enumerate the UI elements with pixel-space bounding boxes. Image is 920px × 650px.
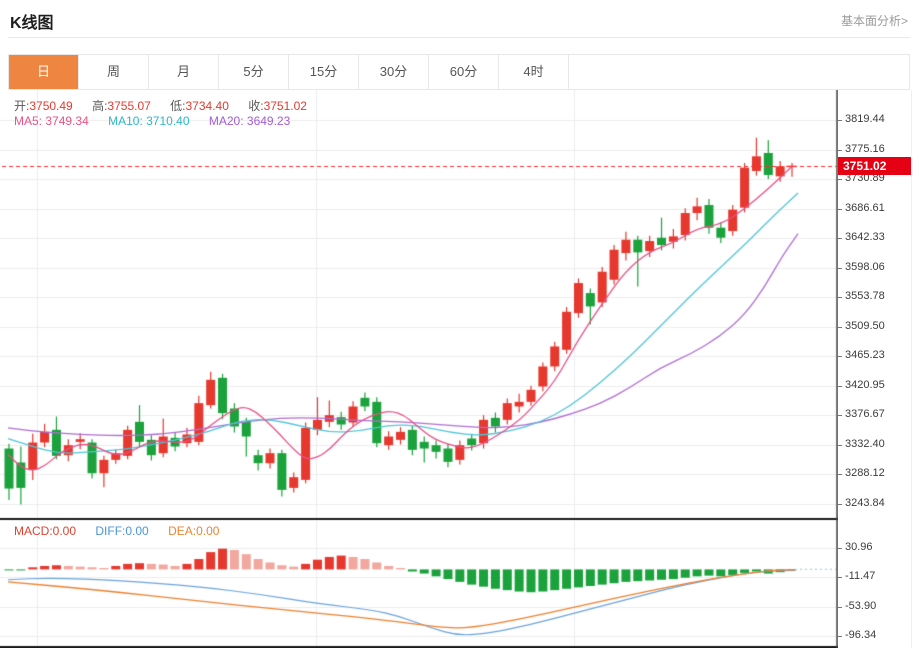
- tick-mark: [838, 356, 842, 357]
- price-tick-label: 3509.50: [845, 320, 885, 332]
- close-label: 收:: [248, 99, 263, 113]
- current-price-tag: 3751.02: [838, 157, 911, 175]
- tick-mark: [838, 445, 842, 446]
- tick-mark: [838, 474, 842, 475]
- tick-mark: [838, 636, 842, 637]
- macd-value: 0.00: [53, 524, 76, 538]
- price-tick-label: 3642.33: [845, 231, 885, 243]
- price-tick-label: 3775.16: [845, 143, 885, 155]
- page-title: K线图: [10, 9, 54, 33]
- tick-mark: [838, 120, 842, 121]
- fundamental-analysis-link[interactable]: 基本面分析>: [841, 12, 908, 29]
- ma20-label: MA20:: [209, 114, 244, 128]
- ma10-value: 3710.40: [146, 114, 189, 128]
- tick-mark: [838, 150, 842, 151]
- tick-mark: [838, 548, 842, 549]
- tick-mark: [838, 577, 842, 578]
- ma20-value: 3649.23: [247, 114, 290, 128]
- tick-mark: [838, 607, 842, 608]
- low-label: 低:: [170, 99, 185, 113]
- price-tick-label: 3598.06: [845, 261, 885, 273]
- diff-label: DIFF:: [95, 524, 125, 538]
- price-tick-label: 3819.44: [845, 113, 885, 125]
- macd-label: MACD:: [14, 524, 53, 538]
- tick-mark: [838, 238, 842, 239]
- macd-tick-label: -11.47: [845, 570, 875, 582]
- tick-mark: [838, 327, 842, 328]
- open-label: 开:: [14, 99, 29, 113]
- high-value: 3755.07: [107, 99, 150, 113]
- tick-mark: [838, 268, 842, 269]
- tick-mark: [838, 297, 842, 298]
- price-tick-label: 3553.78: [845, 290, 885, 302]
- high-label: 高:: [92, 99, 107, 113]
- price-tick-label: 3420.95: [845, 379, 885, 391]
- macd-tick-label: -53.90: [845, 600, 876, 612]
- ma-readout: MA5: 3749.34 MA10: 3710.40 MA20: 3649.23: [14, 114, 290, 128]
- kline-chart-canvas[interactable]: [0, 90, 838, 648]
- open-value: 3750.49: [29, 99, 72, 113]
- price-tick-label: 3465.23: [845, 349, 885, 361]
- tab-30min[interactable]: 30分: [359, 55, 429, 89]
- period-tabbar: 日 周 月 5分 15分 30分 60分 4时: [8, 54, 910, 90]
- ohlc-readout: 开:3750.49 高:3755.07 低:3734.40 收:3751.02: [14, 97, 307, 114]
- macd-tick-label: -96.34: [845, 629, 876, 641]
- container-right-border: [911, 90, 912, 648]
- macd-tick-label: 30.96: [845, 541, 873, 553]
- tick-mark: [838, 209, 842, 210]
- kline-app: K线图 基本面分析> 日 周 月 5分 15分 30分 60分 4时 开:375…: [0, 0, 920, 650]
- tab-day[interactable]: 日: [9, 55, 79, 89]
- tab-month[interactable]: 月: [149, 55, 219, 89]
- ma10-label: MA10:: [108, 114, 143, 128]
- diff-value: 0.00: [125, 524, 148, 538]
- dea-label: DEA:: [168, 524, 196, 538]
- dea-value: 0.00: [196, 524, 219, 538]
- tick-mark: [838, 179, 842, 180]
- header-divider: [8, 37, 910, 38]
- macd-readout: MACD:0.00 DIFF:0.00 DEA:0.00: [14, 524, 219, 538]
- tick-mark: [838, 386, 842, 387]
- tick-mark: [838, 504, 842, 505]
- price-tick-label: 3376.67: [845, 408, 885, 420]
- tab-5min[interactable]: 5分: [219, 55, 289, 89]
- price-tick-label: 3288.12: [845, 467, 885, 479]
- price-tick-label: 3243.84: [845, 497, 885, 509]
- price-tick-label: 3686.61: [845, 202, 885, 214]
- low-value: 3734.40: [186, 99, 229, 113]
- tab-15min[interactable]: 15分: [289, 55, 359, 89]
- price-tick-label: 3332.40: [845, 438, 885, 450]
- ma5-value: 3749.34: [45, 114, 88, 128]
- tab-4hour[interactable]: 4时: [499, 55, 569, 89]
- tab-week[interactable]: 周: [79, 55, 149, 89]
- tick-mark: [838, 415, 842, 416]
- ma5-label: MA5:: [14, 114, 42, 128]
- close-value: 3751.02: [264, 99, 307, 113]
- tab-60min[interactable]: 60分: [429, 55, 499, 89]
